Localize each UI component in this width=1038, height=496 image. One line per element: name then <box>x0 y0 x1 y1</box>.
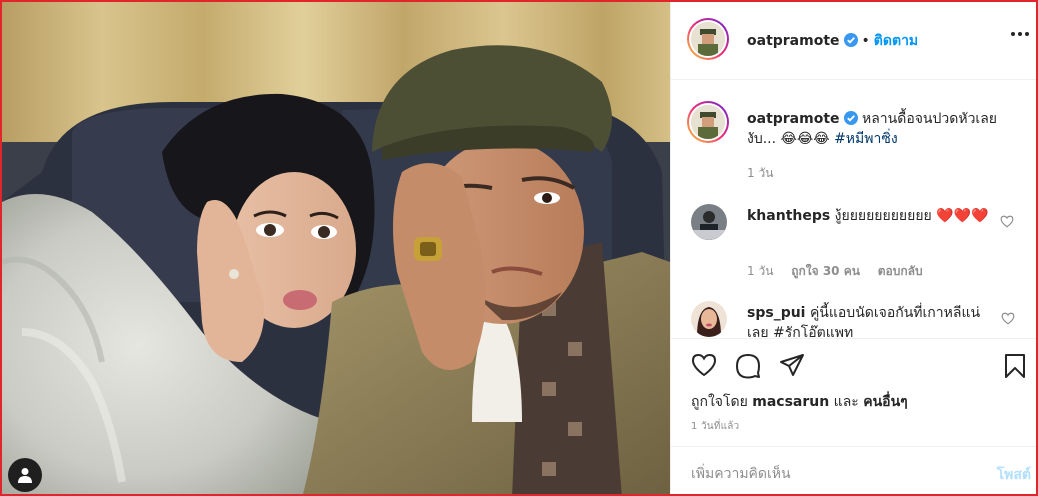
comment-likes[interactable]: ถูกใจ 30 คน <box>791 264 860 278</box>
paper-plane-icon[interactable] <box>779 353 805 377</box>
liked-by-others[interactable]: คนอื่นๆ <box>863 394 907 410</box>
photo-illustration <box>2 2 670 494</box>
comment-like-heart-icon[interactable] <box>1001 312 1015 325</box>
comment-text: งู้ยยยยยยยยยยย ❤️❤️❤️ <box>834 208 989 224</box>
likes-prefix: ถูกใจโดย <box>691 394 748 410</box>
post-comment-button[interactable]: โพสต์ <box>997 464 1031 486</box>
post-photo[interactable] <box>2 2 670 494</box>
comment-2: sps_pui คู่นี้แอบนัดเจอกันที่เกาหลีแน่เล… <box>747 303 997 338</box>
more-options-icon[interactable] <box>1011 32 1029 36</box>
comment-icon[interactable] <box>735 353 761 379</box>
add-comment-input[interactable] <box>691 463 961 485</box>
post-timestamp[interactable]: 1 วันที่แล้ว <box>691 419 739 434</box>
user-tag-icon[interactable] <box>8 458 42 492</box>
comment-username[interactable]: khantheps <box>747 208 830 224</box>
bookmark-icon[interactable] <box>1003 353 1027 379</box>
caption-author-avatar[interactable] <box>687 101 729 143</box>
commenter-avatar[interactable] <box>691 204 727 240</box>
comment-1: khantheps งู้ยยยยยยยยยยย ❤️❤️❤️ <box>747 206 997 226</box>
caption-time[interactable]: 1 วัน <box>747 164 773 183</box>
comment-username[interactable]: sps_pui <box>747 305 805 321</box>
heart-icon[interactable] <box>691 353 717 377</box>
caption-hashtag[interactable]: #หมีพาซิ่ง <box>834 131 898 147</box>
likes-and: และ <box>833 394 859 410</box>
liked-by-user[interactable]: macsarun <box>752 394 829 410</box>
comment-1-meta: 1 วัน ถูกใจ 30 คน ตอบกลับ <box>747 262 937 281</box>
author-avatar[interactable] <box>687 18 729 60</box>
comment-like-heart-icon[interactable] <box>1000 215 1014 228</box>
add-comment-bar: โพสต์ <box>671 446 1036 494</box>
caption-username[interactable]: oatpramote <box>747 111 840 127</box>
author-line: oatpramote • ติดตาม <box>747 30 918 52</box>
reply-button[interactable]: ตอบกลับ <box>878 264 923 278</box>
verified-badge-icon <box>843 111 858 125</box>
comment-text: คู่นี้แอบนัดเจอกันที่เกาหลีแน่เลย #รักโอ… <box>747 305 981 338</box>
post-actions: ถูกใจโดย macsarun และ คนอื่นๆ 1 วันที่แล… <box>671 338 1036 446</box>
post-side-panel: oatpramote • ติดตาม oatpramote หลานดื้อจนป… <box>670 2 1036 494</box>
verified-badge-icon <box>843 33 858 47</box>
post-header: oatpramote • ติดตาม <box>671 2 1036 80</box>
post-frame: oatpramote • ติดตาม oatpramote หลานดื้อจนป… <box>0 0 1038 496</box>
separator-dot: • <box>861 33 870 49</box>
post-caption: oatpramote หลานดื้อจนปวดหัวเลยงับ... 😂😂😂… <box>747 109 1017 149</box>
author-username[interactable]: oatpramote <box>747 33 840 49</box>
follow-button[interactable]: ติดตาม <box>874 33 918 49</box>
comment-time[interactable]: 1 วัน <box>747 264 773 278</box>
likes-summary: ถูกใจโดย macsarun และ คนอื่นๆ <box>691 391 908 413</box>
commenter-avatar[interactable] <box>691 301 727 337</box>
